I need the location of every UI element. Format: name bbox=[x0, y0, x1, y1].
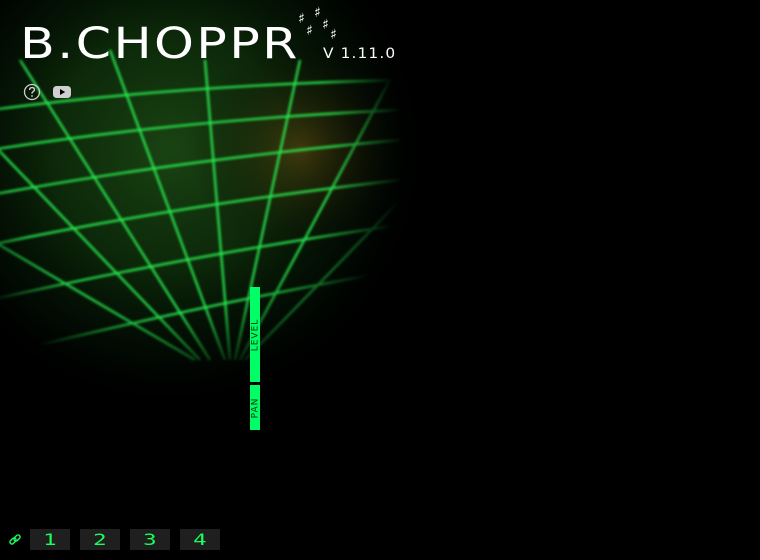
sharp-symbols-decoration: ♯ ♯ ♯ ♯ ♯ bbox=[298, 5, 337, 43]
pan-slider[interactable]: PAN bbox=[250, 385, 260, 430]
pan-slider-label: PAN bbox=[250, 397, 260, 418]
version-label: V 1.11.0 bbox=[323, 46, 397, 62]
pattern-button-3[interactable]: 3 bbox=[130, 529, 170, 550]
level-slider-label: LEVEL bbox=[250, 318, 260, 351]
pattern-bar: 1 2 3 4 bbox=[0, 529, 760, 551]
pattern-button-2[interactable]: 2 bbox=[80, 529, 120, 550]
grid-background bbox=[0, 0, 760, 560]
app-logo: B.CHOPPR bbox=[20, 22, 297, 66]
app-title: B.CHOPPR bbox=[20, 19, 300, 69]
link-icon[interactable] bbox=[8, 533, 22, 547]
app-window: B.CHOPPR ♯ ♯ ♯ ♯ ♯ V 1.11.0 LEVEL PAN 1 … bbox=[0, 0, 760, 560]
youtube-icon[interactable] bbox=[52, 83, 72, 101]
pattern-button-4[interactable]: 4 bbox=[180, 529, 220, 550]
help-circle-icon[interactable] bbox=[23, 83, 41, 101]
pattern-button-1[interactable]: 1 bbox=[30, 529, 70, 550]
level-slider[interactable]: LEVEL bbox=[250, 287, 260, 382]
